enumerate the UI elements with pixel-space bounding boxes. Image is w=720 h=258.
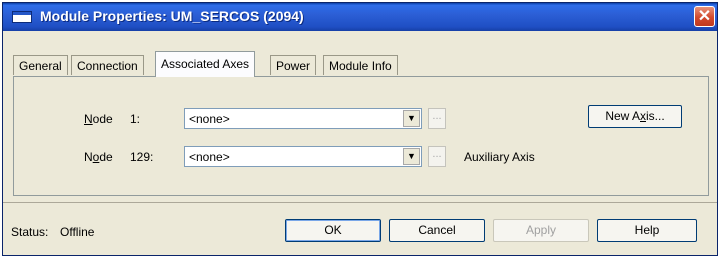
node-1-number: 1: bbox=[130, 112, 141, 126]
node-129-axis-select[interactable]: <none> ▼ bbox=[184, 146, 422, 167]
auxiliary-axis-label: Auxiliary Axis bbox=[464, 150, 535, 164]
apply-button[interactable]: Apply bbox=[493, 219, 589, 242]
chevron-down-icon[interactable]: ▼ bbox=[403, 110, 420, 127]
node-129-label: Node bbox=[84, 150, 113, 164]
tab-general[interactable]: General bbox=[13, 55, 68, 75]
new-axis-button[interactable]: New Axis... bbox=[588, 105, 682, 128]
chevron-down-icon[interactable]: ▼ bbox=[403, 148, 420, 165]
module-properties-window: Module Properties: UM_SERCOS (2094) ✕ Ge… bbox=[2, 2, 718, 256]
node-129-browse-button[interactable]: ... bbox=[428, 146, 446, 167]
node-129-number: 129: bbox=[130, 150, 154, 164]
status-value: Offline bbox=[60, 225, 95, 239]
tab-associated-axes[interactable]: Associated Axes bbox=[155, 51, 256, 77]
ok-button[interactable]: OK bbox=[285, 219, 381, 242]
associated-axes-panel: Node 1: <none> ▼ ... Node 129: <none> ▼ … bbox=[13, 76, 709, 196]
tab-module-info[interactable]: Module Info bbox=[323, 55, 398, 75]
help-button[interactable]: Help bbox=[597, 219, 697, 242]
tab-power[interactable]: Power bbox=[270, 55, 317, 75]
node-1-browse-button[interactable]: ... bbox=[428, 108, 446, 129]
window-title: Module Properties: UM_SERCOS (2094) bbox=[40, 8, 304, 24]
status-label: Status: bbox=[11, 225, 49, 239]
node-1-axis-value: <none> bbox=[189, 112, 230, 126]
tab-connection[interactable]: Connection bbox=[71, 55, 144, 75]
close-icon: ✕ bbox=[697, 8, 712, 25]
status-separator bbox=[3, 202, 717, 203]
close-button[interactable]: ✕ bbox=[694, 6, 715, 27]
title-bar[interactable]: Module Properties: UM_SERCOS (2094) ✕ bbox=[3, 3, 717, 31]
node-1-label: Node bbox=[84, 112, 113, 126]
window-icon bbox=[12, 11, 32, 23]
node-1-axis-select[interactable]: <none> ▼ bbox=[184, 108, 422, 129]
node-129-axis-value: <none> bbox=[189, 150, 230, 164]
cancel-button[interactable]: Cancel bbox=[389, 219, 485, 242]
